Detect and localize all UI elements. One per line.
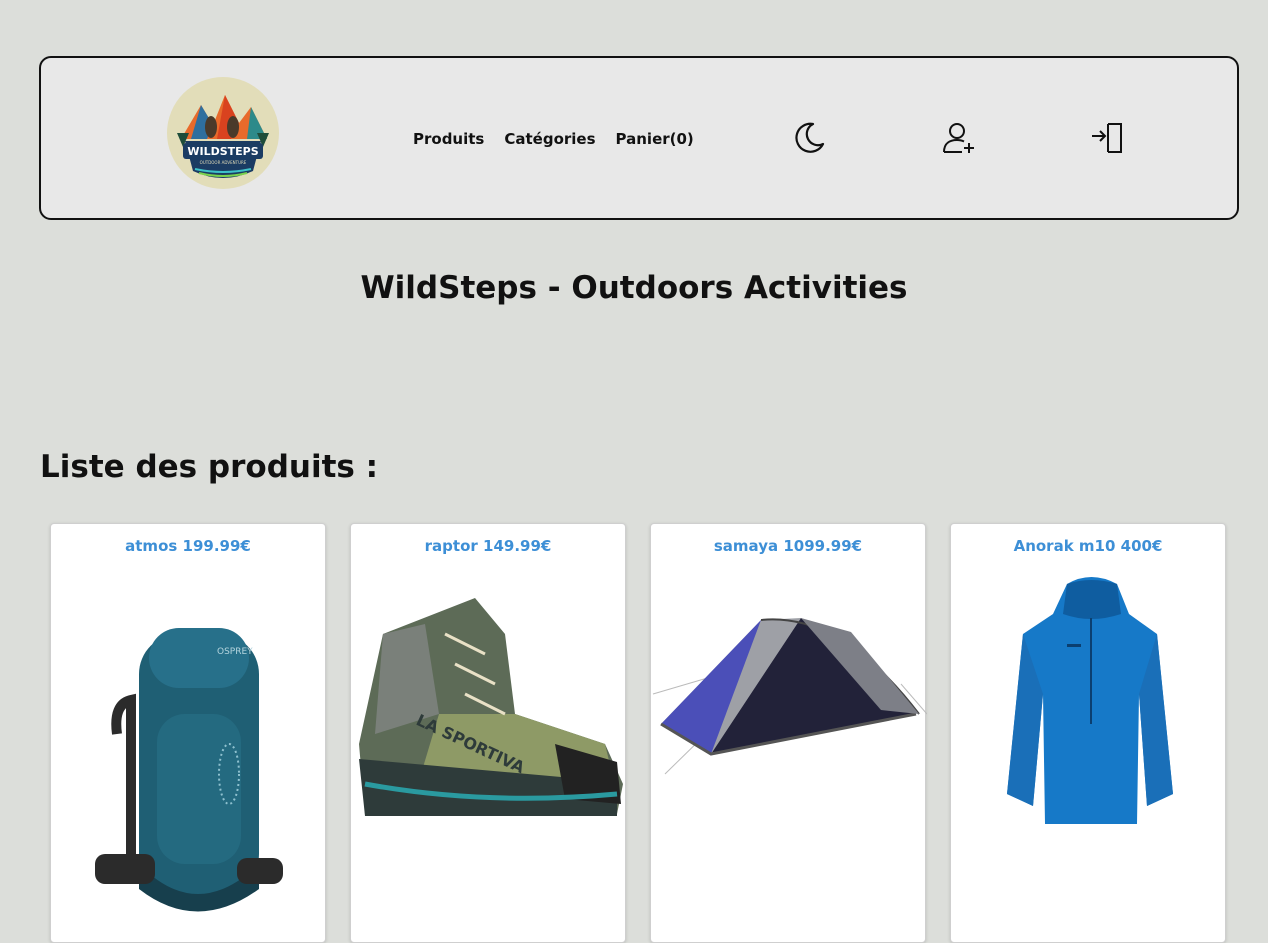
main-nav: Produits Catégories Panier(0) <box>413 130 694 148</box>
product-card[interactable]: samaya 1099.99€ <box>650 523 928 943</box>
logo-text: WILDSTEPS <box>187 145 258 158</box>
nav-categories[interactable]: Catégories <box>504 130 595 148</box>
product-card[interactable]: raptor 149.99€ LA SPORTIVA <box>350 523 626 943</box>
logo-subtext: OUTDOOR ADVENTURE <box>200 160 247 165</box>
jacket-image <box>997 574 1183 838</box>
nav-produits[interactable]: Produits <box>413 130 484 148</box>
user-plus-icon[interactable] <box>941 120 977 156</box>
tent-image <box>651 614 928 788</box>
site-title: WildSteps - Outdoors Activities <box>360 270 908 306</box>
site-header: WILDSTEPS OUTDOOR ADVENTURE Produits Cat… <box>39 56 1239 220</box>
backpack-image: OSPREY <box>87 624 287 928</box>
product-card[interactable]: atmos 199.99€ OSPREY <box>50 523 326 943</box>
hiking-boot-image: LA SPORTIVA <box>355 594 625 828</box>
svg-text:OSPREY: OSPREY <box>217 647 253 657</box>
product-list-heading: Liste des produits : <box>40 449 379 485</box>
product-title[interactable]: Anorak m10 400€ <box>951 537 1225 555</box>
wildsteps-logo[interactable]: WILDSTEPS OUTDOOR ADVENTURE <box>167 77 279 189</box>
login-icon[interactable] <box>1090 120 1126 156</box>
product-title[interactable]: atmos 199.99€ <box>51 537 325 555</box>
product-title[interactable]: raptor 149.99€ <box>351 537 625 555</box>
moon-icon[interactable] <box>791 120 827 156</box>
product-title[interactable]: samaya 1099.99€ <box>651 537 925 555</box>
product-card[interactable]: Anorak m10 400€ <box>950 523 1226 943</box>
nav-panier[interactable]: Panier(0) <box>616 130 694 148</box>
